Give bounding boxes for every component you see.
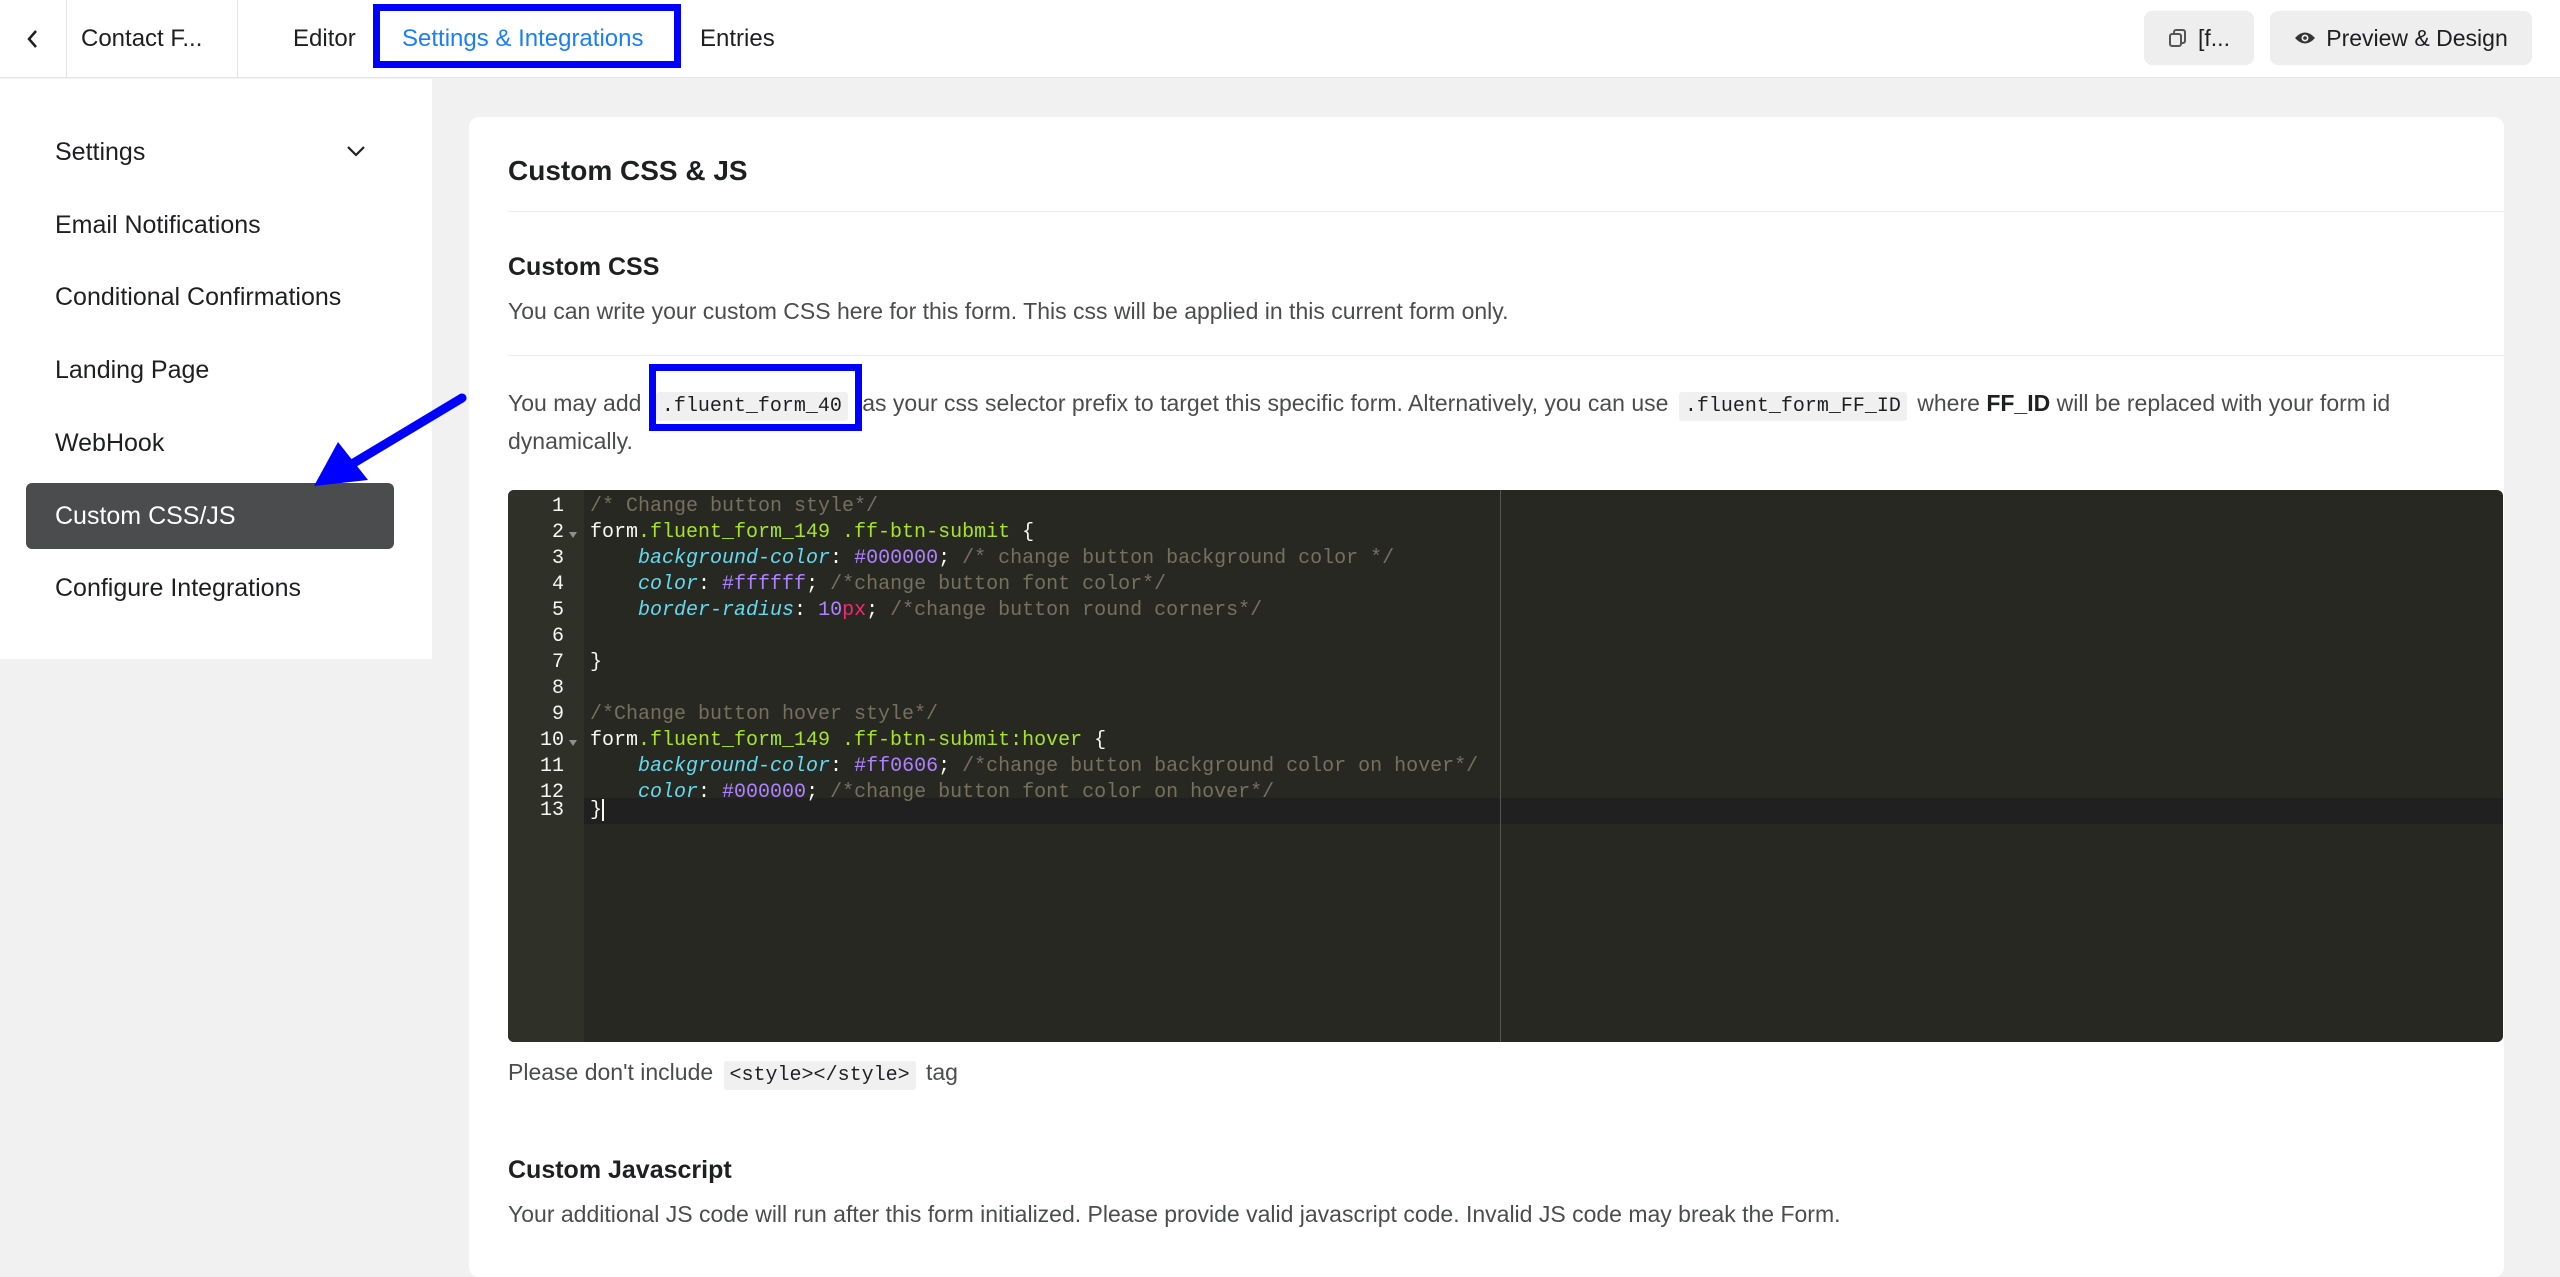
custom-js-heading: Custom Javascript	[508, 1156, 732, 1184]
divider	[508, 211, 2504, 212]
preview-design-button[interactable]: Preview & Design	[2270, 11, 2532, 65]
shortcode-label: [f...	[2198, 24, 2230, 51]
line-number: 10	[539, 729, 564, 752]
line-number: 5	[551, 599, 564, 622]
sidebar-item-label: WebHook	[55, 428, 165, 457]
tab-editor[interactable]: Editor	[293, 0, 356, 78]
fold-marker-icon	[569, 532, 577, 538]
sidebar-item-label: Settings	[55, 137, 146, 166]
line-number: 1	[551, 495, 564, 518]
fold-marker-icon	[569, 740, 577, 746]
copy-icon	[2169, 29, 2187, 47]
code-line: border-radius: 10px; /*change button rou…	[638, 599, 1263, 622]
sidebar-item-label: Configure Integrations	[55, 573, 301, 602]
chevron-down-icon	[347, 146, 365, 157]
page-title: Custom CSS & JS	[508, 155, 748, 186]
preview-design-label: Preview & Design	[2326, 24, 2508, 51]
code-line: }	[590, 798, 605, 822]
custom-css-heading: Custom CSS	[508, 253, 660, 281]
css-code-editor[interactable]: 1 2 3 4 5 6 7 8 9 10 11 12 13 /* Change …	[508, 490, 2503, 1042]
code-line: form.fluent_form_149 .ff-btn-submit {	[590, 521, 1035, 544]
sidebar-item-label: Custom CSS/JS	[55, 501, 236, 530]
code-line: form.fluent_form_149 .ff-btn-submit:hove…	[590, 729, 1107, 752]
line-number: 11	[539, 755, 564, 778]
code-line: color: #ffffff; /*change button font col…	[638, 573, 1167, 596]
sidebar-item-label: Email Notifications	[55, 210, 261, 239]
code-line: /* Change button style*/	[590, 495, 879, 518]
code-line: color: #000000; /*change button font col…	[638, 781, 1275, 804]
line-number: 6	[551, 625, 564, 648]
custom-css-description: You can write your custom CSS here for t…	[508, 298, 1509, 324]
line-number: 3	[551, 547, 564, 570]
tab-entries[interactable]: Entries	[700, 0, 775, 78]
highlight-annotation-tab	[373, 4, 681, 68]
line-number: 2	[551, 521, 564, 544]
line-number: 13	[539, 799, 564, 822]
divider	[508, 355, 2504, 356]
text-cursor	[602, 798, 605, 821]
ff-id-bold: FF_ID	[1986, 390, 2051, 416]
line-number: 7	[551, 651, 564, 674]
highlight-annotation-selector	[649, 364, 862, 431]
generic-selector-code: .fluent_form_FF_ID	[1678, 392, 1907, 421]
chevron-left-icon	[27, 30, 37, 48]
sidebar-item-configure-integrations[interactable]: Configure Integrations	[26, 555, 394, 621]
arrow-annotation	[314, 393, 467, 486]
sidebar-item-label: Conditional Confirmations	[55, 282, 342, 311]
shortcode-button[interactable]: [f...	[2144, 11, 2254, 65]
sidebar-item-conditional-confirmations[interactable]: Conditional Confirmations	[26, 264, 394, 330]
line-number: 4	[551, 573, 564, 596]
code-line: background-color: #ff0606; /*change butt…	[638, 755, 1479, 778]
back-button[interactable]	[0, 0, 67, 78]
code-line: /*Change button hover style*/	[590, 703, 939, 726]
sidebar-item-label: Landing Page	[55, 355, 210, 384]
style-tag-note: Please don't include <style></style> tag	[508, 1059, 958, 1090]
sidebar-item-custom-css-js[interactable]: Custom CSS/JS	[26, 483, 394, 549]
print-margin	[1500, 490, 1501, 1042]
line-number: 9	[551, 703, 564, 726]
sidebar-item-settings[interactable]: Settings	[26, 119, 394, 185]
code-line: background-color: #000000; /* change but…	[638, 547, 1395, 570]
code-line: }	[590, 651, 603, 674]
line-number: 8	[551, 677, 564, 700]
sidebar-item-email-notifications[interactable]: Email Notifications	[26, 192, 394, 258]
custom-js-description: Your additional JS code will run after t…	[508, 1201, 1841, 1227]
style-tag-code: <style></style>	[723, 1061, 916, 1090]
eye-icon	[2295, 32, 2316, 44]
form-name[interactable]: Contact F...	[66, 0, 238, 78]
settings-sidebar: Settings Email Notifications Conditional…	[0, 79, 432, 659]
